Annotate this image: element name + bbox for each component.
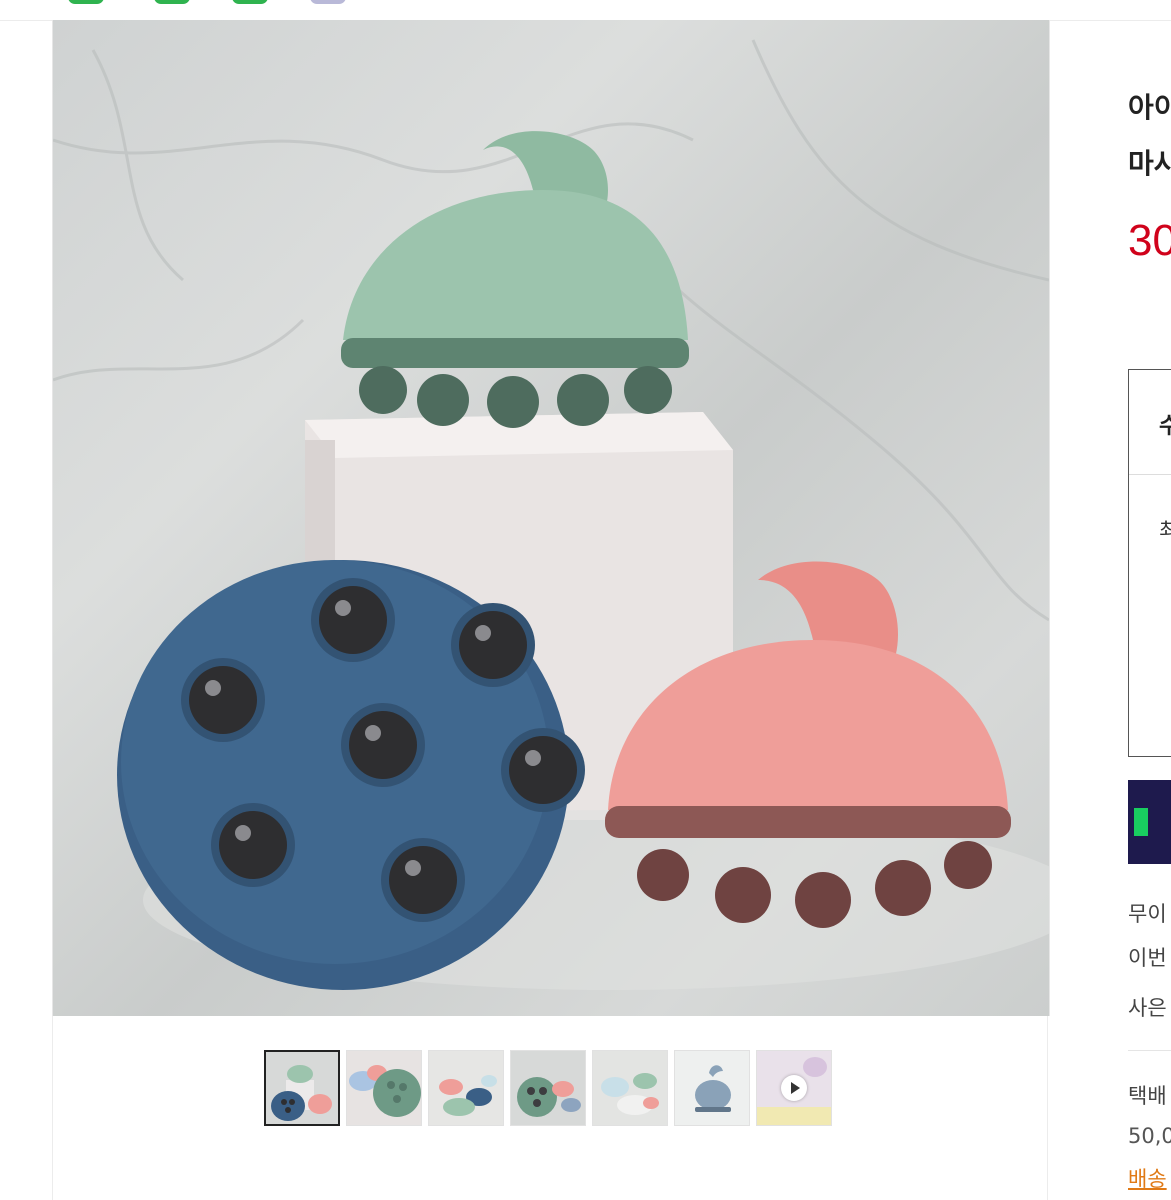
- green-massager: [341, 131, 689, 428]
- divider: [1128, 1050, 1171, 1051]
- thumbnail-image: [349, 1065, 421, 1117]
- product-title-line-2: 마사: [1128, 148, 1171, 179]
- thumbnail-image: [439, 1075, 497, 1116]
- shipping-threshold: 50,0: [1128, 1124, 1171, 1148]
- top-tab-marker: [154, 0, 190, 4]
- thumbnail-image: [695, 1065, 731, 1112]
- play-icon[interactable]: [781, 1075, 807, 1101]
- option-row-label[interactable]: 최: [1159, 514, 1171, 543]
- thumbnail-strip: [264, 1050, 832, 1126]
- thumbnail-4[interactable]: [510, 1050, 586, 1126]
- thumbnail-2[interactable]: [346, 1050, 422, 1126]
- top-tab-marker: [232, 0, 268, 4]
- thumbnail-image: [271, 1065, 332, 1121]
- shipping-info-link[interactable]: 배송: [1128, 1163, 1167, 1193]
- benefit-line-1: 무이: [1128, 902, 1167, 926]
- buy-button[interactable]: [1128, 780, 1171, 864]
- thumbnail-1[interactable]: [264, 1050, 340, 1126]
- product-price: 30: [1128, 216, 1171, 265]
- thumbnail-image: [517, 1077, 581, 1117]
- product-info-panel: 아이 마사 30 수 최 무이 이번 사은 택배 50,0 배송: [1049, 20, 1171, 1200]
- benefit-line-3: 사은: [1128, 996, 1167, 1020]
- massager-illustration: [53, 39, 1049, 990]
- product-title-line-1: 아이: [1128, 92, 1171, 123]
- top-tab-marker: [68, 0, 104, 4]
- benefit-line-2: 이번: [1128, 946, 1167, 970]
- npay-badge-icon: [1134, 808, 1148, 836]
- option-header: 수: [1129, 370, 1171, 475]
- top-strip: [0, 0, 1171, 21]
- top-tab-marker: [310, 0, 346, 4]
- shipping-label: 택배: [1128, 1084, 1167, 1108]
- option-box: 수 최: [1128, 369, 1171, 757]
- option-header-label: 수: [1159, 414, 1171, 439]
- thumbnail-7-video[interactable]: [756, 1050, 832, 1126]
- thumbnail-6[interactable]: [674, 1050, 750, 1126]
- main-product-image[interactable]: [52, 20, 1050, 1016]
- thumbnail-3[interactable]: [428, 1050, 504, 1126]
- thumbnail-image: [601, 1073, 659, 1115]
- thumbnail-5[interactable]: [592, 1050, 668, 1126]
